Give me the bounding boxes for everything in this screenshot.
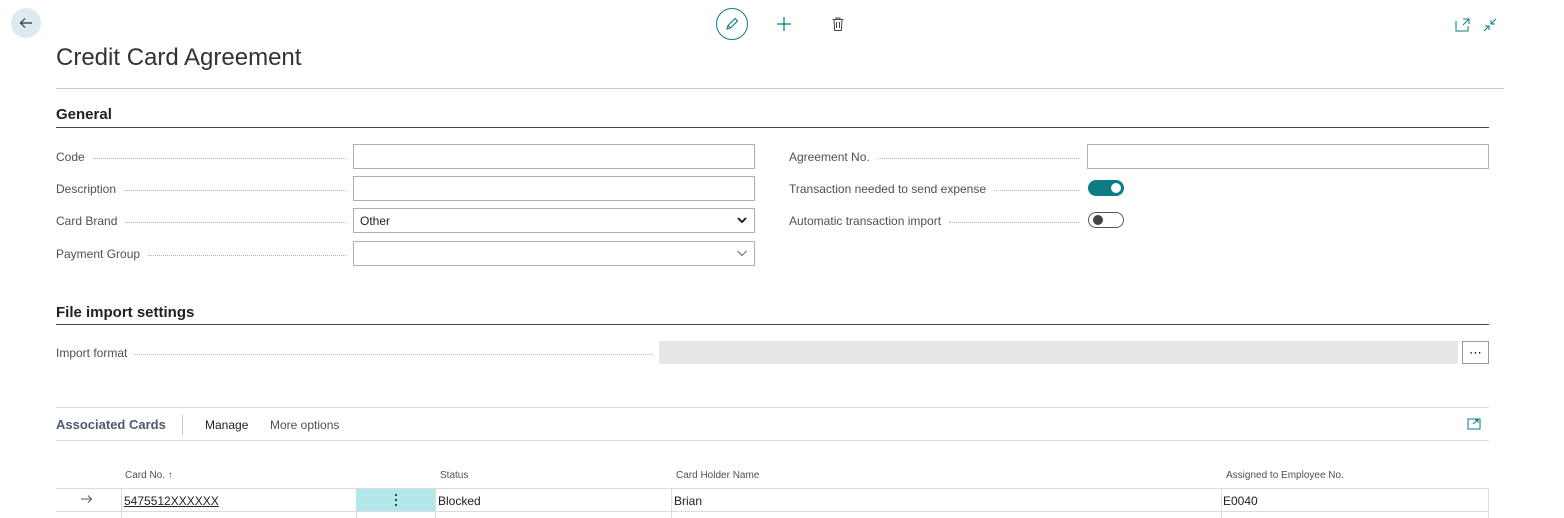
open-in-new-window-button[interactable] (1453, 15, 1473, 35)
column-header-card-holder-name[interactable]: Card Holder Name (676, 470, 759, 481)
automatic-import-toggle[interactable] (1088, 212, 1124, 228)
cards-bottom-divider (56, 440, 1489, 441)
chevron-down-icon (737, 250, 747, 257)
card-holder-name-cell[interactable]: Brian (674, 494, 702, 508)
status-cell[interactable]: Blocked (438, 494, 481, 508)
trash-icon (832, 17, 844, 31)
payment-group-select[interactable] (353, 241, 755, 266)
page-title: Credit Card Agreement (56, 44, 302, 71)
more-options-button[interactable]: More options (270, 418, 339, 432)
section-title-general: General (56, 106, 112, 123)
field-label-code: Code (56, 150, 346, 164)
field-label-transaction-needed: Transaction needed to send expense (789, 182, 1079, 196)
employee-no-cell[interactable]: E0040 (1223, 494, 1258, 508)
column-divider (1221, 488, 1222, 518)
card-brand-select[interactable]: Other (353, 208, 755, 233)
column-divider (1488, 488, 1489, 518)
field-label-card-brand: Card Brand (56, 214, 346, 228)
row-actions-button[interactable] (356, 489, 435, 511)
arrow-right-icon (81, 495, 93, 503)
field-label-import-format: Import format (56, 346, 652, 360)
section-divider-file-import (56, 324, 1489, 325)
toolbar-separator (182, 415, 183, 435)
column-divider (435, 488, 436, 518)
field-label-automatic-import: Automatic transaction import (789, 214, 1079, 228)
arrow-left-icon (19, 18, 32, 28)
table-row-divider (56, 511, 1489, 512)
toggle-knob (1111, 183, 1121, 193)
column-divider (671, 488, 672, 518)
current-row-indicator (80, 492, 94, 511)
expand-button[interactable] (1466, 416, 1482, 432)
delete-button[interactable] (827, 12, 849, 36)
field-label-agreement-no: Agreement No. (789, 150, 1079, 164)
open-in-new-window-icon (1455, 18, 1470, 32)
collapse-icon (1483, 18, 1497, 32)
table-row: 5475512XXXXXX (124, 494, 219, 508)
cards-top-divider (56, 407, 1489, 408)
chevron-down-icon (737, 217, 747, 224)
section-divider-general (56, 127, 1489, 128)
column-header-employee-no[interactable]: Assigned to Employee No. (1226, 470, 1344, 481)
toggle-knob (1093, 215, 1103, 225)
associated-cards-title[interactable]: Associated Cards (56, 417, 166, 432)
section-title-file-import: File import settings (56, 304, 195, 321)
title-divider (56, 88, 1504, 89)
collapse-button[interactable] (1480, 15, 1500, 35)
plus-icon (777, 17, 791, 31)
manage-button[interactable]: Manage (205, 418, 248, 432)
column-header-card-no[interactable]: Card No. ↑ (125, 470, 173, 481)
more-vertical-icon (394, 493, 397, 507)
new-button[interactable] (772, 12, 796, 36)
field-label-description: Description (56, 182, 346, 196)
code-input[interactable] (353, 144, 755, 169)
pencil-icon (726, 17, 739, 30)
column-header-status[interactable]: Status (440, 470, 468, 481)
transaction-needed-toggle[interactable] (1088, 180, 1124, 196)
back-button[interactable] (11, 8, 41, 38)
card-no-link[interactable]: 5475512XXXXXX (124, 494, 219, 508)
column-divider (121, 488, 122, 518)
description-input[interactable] (353, 176, 755, 201)
card-brand-value: Other (360, 213, 391, 228)
agreement-no-input[interactable] (1087, 144, 1489, 169)
expand-icon (1467, 418, 1481, 430)
table-row-divider (56, 488, 1489, 489)
edit-button[interactable] (716, 8, 748, 40)
field-label-payment-group: Payment Group (56, 247, 346, 261)
import-format-lookup-button[interactable]: ⋯ (1462, 341, 1489, 364)
import-format-input[interactable] (659, 341, 1458, 364)
